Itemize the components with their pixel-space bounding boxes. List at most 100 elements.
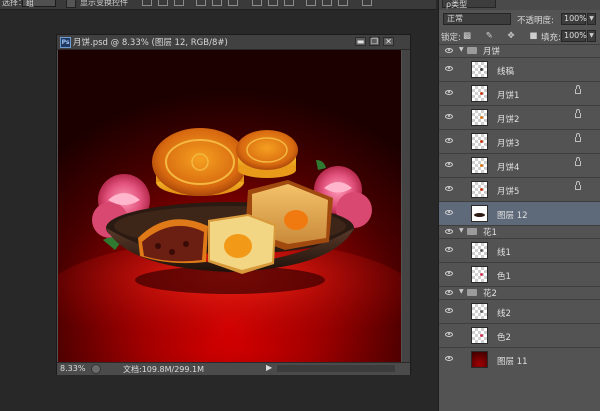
- layer-row[interactable]: 色1: [439, 262, 600, 286]
- layer-row[interactable]: 图层 12: [439, 201, 600, 225]
- thumbnail-content: [480, 164, 483, 167]
- status-indicator-icon[interactable]: [91, 364, 101, 374]
- distribute-top-icon[interactable]: [252, 0, 262, 6]
- align-right-icon[interactable]: [228, 0, 238, 6]
- fill-dropdown-icon[interactable]: ▼: [587, 30, 596, 42]
- lock-icon: [575, 85, 581, 94]
- layer-name: 线稿: [497, 67, 515, 77]
- visibility-eye-icon[interactable]: [445, 271, 453, 276]
- layer-group[interactable]: ▼ 花2: [439, 286, 600, 299]
- ps-doc-icon: Ps: [60, 37, 71, 48]
- thumbnail-content: [480, 116, 483, 119]
- auto-select-dropdown[interactable]: 组: [22, 0, 56, 8]
- visibility-eye-icon[interactable]: [445, 290, 453, 295]
- distribute-vcenter-icon[interactable]: [268, 0, 278, 6]
- layer-thumbnail: [471, 61, 488, 78]
- layer-row[interactable]: 图层 11: [439, 347, 600, 371]
- layer-name: 色2: [497, 333, 511, 343]
- thumbnail-content: [480, 310, 483, 313]
- thumbnail-content: [480, 249, 483, 252]
- horizontal-scrollbar[interactable]: [277, 365, 395, 372]
- thumbnail-content: [480, 140, 483, 143]
- minimize-button[interactable]: ▬: [355, 37, 366, 46]
- lock-options-icons[interactable]: ▩ ✎ ✥ ■: [463, 31, 543, 41]
- visibility-eye-icon[interactable]: [445, 210, 453, 215]
- layer-row[interactable]: 色2: [439, 323, 600, 347]
- status-menu-arrow-icon[interactable]: ▶: [266, 363, 272, 372]
- vertical-scrollbar[interactable]: [402, 50, 410, 362]
- auto-align-icon[interactable]: [362, 0, 372, 6]
- layer-row[interactable]: 线稿: [439, 57, 600, 81]
- align-vcenter-icon[interactable]: [158, 0, 168, 6]
- close-button[interactable]: ✕: [383, 37, 394, 46]
- layer-row[interactable]: 月饼2: [439, 105, 600, 129]
- group-expand-chevron-icon[interactable]: ▼: [459, 288, 464, 295]
- document-window[interactable]: Ps 月饼.psd @ 8.33% (图层 12, RGB/8#) ▬ ❐ ✕: [56, 34, 411, 375]
- distribute-bottom-icon[interactable]: [284, 0, 294, 6]
- layer-name: 月饼2: [497, 115, 520, 125]
- layer-thumbnail: [471, 133, 488, 150]
- layer-group[interactable]: ▼ 花1: [439, 225, 600, 238]
- visibility-eye-icon[interactable]: [445, 308, 453, 313]
- canvas-artwork[interactable]: [58, 50, 401, 362]
- layer-name: 色1: [497, 272, 511, 282]
- align-hcenter-icon[interactable]: [212, 0, 222, 6]
- restore-button[interactable]: ❐: [369, 37, 380, 46]
- layer-thumbnail: [471, 303, 488, 320]
- layer-name: 图层 12: [497, 211, 528, 221]
- show-transform-checkbox[interactable]: [66, 0, 76, 8]
- distribute-hcenter-icon[interactable]: [322, 0, 332, 6]
- align-top-icon[interactable]: [142, 0, 152, 6]
- visibility-eye-icon[interactable]: [445, 229, 453, 234]
- layers-panel: ρ类型 正常 不透明度: 100% ▼ 锁定: ▩ ✎ ✥ ■ 填充: 100%…: [438, 0, 600, 411]
- layer-row[interactable]: 月饼4: [439, 153, 600, 177]
- visibility-eye-icon[interactable]: [445, 332, 453, 337]
- visibility-eye-icon[interactable]: [445, 114, 453, 119]
- visibility-eye-icon[interactable]: [445, 66, 453, 71]
- fill-input[interactable]: 100%: [561, 30, 587, 42]
- document-title-bar[interactable]: Ps 月饼.psd @ 8.33% (图层 12, RGB/8#) ▬ ❐ ✕: [57, 35, 410, 50]
- group-expand-chevron-icon[interactable]: ▼: [459, 227, 464, 234]
- visibility-eye-icon[interactable]: [445, 162, 453, 167]
- visibility-eye-icon[interactable]: [445, 247, 453, 252]
- distribute-left-icon[interactable]: [306, 0, 316, 6]
- layer-thumbnail: [471, 181, 488, 198]
- layer-name: 月饼4: [497, 163, 520, 173]
- group-name: 月饼: [483, 47, 501, 57]
- blend-mode-select[interactable]: 正常: [443, 13, 511, 25]
- layer-name: 月饼1: [497, 91, 520, 101]
- group-expand-chevron-icon[interactable]: ▼: [459, 46, 464, 53]
- opacity-input[interactable]: 100%: [561, 13, 587, 25]
- distribute-right-icon[interactable]: [338, 0, 348, 6]
- visibility-eye-icon[interactable]: [445, 138, 453, 143]
- opacity-dropdown-icon[interactable]: ▼: [587, 13, 596, 25]
- lock-icon: [575, 181, 581, 190]
- layer-row[interactable]: 线2: [439, 299, 600, 323]
- document-size-info: 文档:109.8M/299.1M: [123, 365, 204, 374]
- layer-row[interactable]: 月饼1: [439, 81, 600, 105]
- zoom-level[interactable]: 8.33%: [60, 364, 85, 373]
- visibility-eye-icon[interactable]: [445, 90, 453, 95]
- layer-group[interactable]: ▼ 月饼: [439, 44, 600, 57]
- layer-row[interactable]: 线1: [439, 238, 600, 262]
- visibility-eye-icon[interactable]: [445, 356, 453, 361]
- visibility-eye-icon[interactable]: [445, 48, 453, 53]
- thumbnail-content: [480, 273, 483, 276]
- thumbnail-content: [480, 334, 483, 337]
- document-status-bar: 8.33% 文档:109.8M/299.1M ▶: [57, 362, 410, 375]
- layer-thumbnail: [471, 109, 488, 126]
- align-bottom-icon[interactable]: [174, 0, 184, 6]
- thumbnail-content: [480, 68, 483, 71]
- folder-icon: [467, 289, 477, 296]
- layer-row[interactable]: 月饼5: [439, 177, 600, 201]
- layer-row[interactable]: 月饼3: [439, 129, 600, 153]
- visibility-eye-icon[interactable]: [445, 186, 453, 191]
- thumbnail-content: [480, 188, 483, 191]
- fill-label: 填充:: [541, 33, 561, 43]
- layer-thumbnail: [471, 242, 488, 259]
- layer-thumbnail: [471, 266, 488, 283]
- align-left-icon[interactable]: [196, 0, 206, 6]
- layer-name: 月饼3: [497, 139, 520, 149]
- lock-icon: [575, 157, 581, 166]
- layer-kind-filter[interactable]: ρ类型: [442, 0, 496, 9]
